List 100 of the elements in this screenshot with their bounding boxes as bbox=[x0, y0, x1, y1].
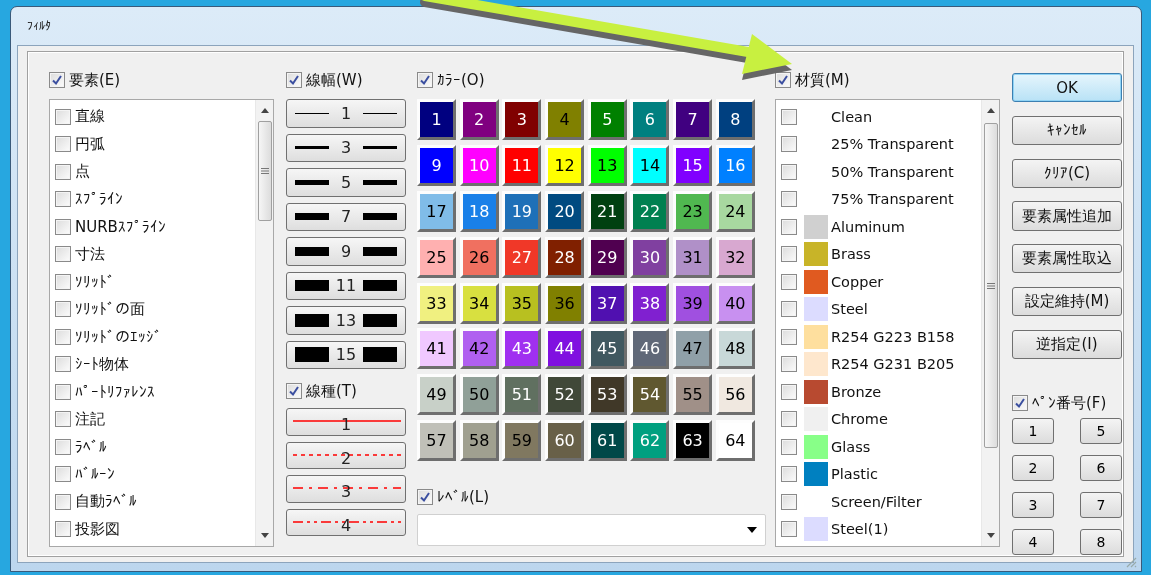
checkbox[interactable] bbox=[781, 191, 797, 208]
color-swatch-button[interactable]: 32 bbox=[715, 236, 755, 278]
checkbox[interactable] bbox=[55, 136, 71, 153]
color-swatch-button[interactable]: 22 bbox=[630, 190, 670, 232]
color-swatch-button[interactable]: 14 bbox=[630, 144, 670, 186]
checkbox[interactable] bbox=[775, 72, 791, 88]
pen-number-button[interactable]: 4 bbox=[1012, 529, 1054, 555]
checkbox[interactable] bbox=[781, 301, 797, 318]
scroll-up-icon[interactable] bbox=[260, 108, 269, 113]
scroll-down-icon[interactable] bbox=[260, 533, 269, 538]
color-swatch-button[interactable]: 54 bbox=[630, 374, 670, 416]
line-width-button[interactable]: 9 bbox=[286, 237, 406, 266]
checkbox[interactable] bbox=[781, 356, 797, 373]
list-item[interactable]: 投影図 bbox=[75, 519, 120, 539]
color-swatch-button[interactable]: 53 bbox=[587, 374, 627, 416]
color-swatch-button[interactable]: 42 bbox=[459, 328, 499, 370]
checkbox[interactable] bbox=[55, 246, 71, 263]
list-item[interactable]: Clean bbox=[831, 108, 873, 125]
list-item[interactable]: 点 bbox=[75, 162, 90, 182]
color-swatch-button[interactable]: 57 bbox=[417, 420, 456, 462]
pen-number-button[interactable]: 6 bbox=[1080, 455, 1122, 481]
line-width-button[interactable]: 7 bbox=[286, 202, 406, 231]
color-swatch-button[interactable]: 25 bbox=[417, 236, 456, 278]
color-swatch-button[interactable]: 24 bbox=[715, 190, 755, 232]
color-swatch-button[interactable]: 5 bbox=[587, 99, 627, 140]
color-swatch-button[interactable]: 55 bbox=[673, 374, 713, 416]
scrollbar[interactable] bbox=[255, 100, 273, 546]
color-swatch-button[interactable]: 61 bbox=[587, 420, 627, 462]
color-swatch-button[interactable]: 13 bbox=[587, 144, 627, 186]
checkbox[interactable] bbox=[286, 72, 302, 88]
color-swatch-button[interactable]: 50 bbox=[459, 374, 499, 416]
checkbox[interactable] bbox=[55, 356, 71, 373]
color-swatch-button[interactable]: 51 bbox=[502, 374, 542, 416]
color-swatch-button[interactable]: 8 bbox=[715, 99, 755, 140]
color-swatch-button[interactable]: 33 bbox=[417, 282, 456, 324]
color-swatch-button[interactable]: 44 bbox=[545, 328, 585, 370]
color-swatch-button[interactable]: 15 bbox=[673, 144, 713, 186]
list-item[interactable]: R254 G223 B158 bbox=[831, 328, 955, 345]
color-swatch-button[interactable]: 30 bbox=[630, 236, 670, 278]
color-swatch-button[interactable]: 11 bbox=[502, 144, 542, 186]
color-swatch-button[interactable]: 20 bbox=[545, 190, 585, 232]
color-swatch-button[interactable]: 18 bbox=[459, 190, 499, 232]
checkbox[interactable] bbox=[55, 521, 71, 538]
color-swatch-button[interactable]: 9 bbox=[417, 144, 456, 186]
checkbox[interactable] bbox=[55, 163, 71, 180]
dialog-button[interactable]: ｸﾘｱ(C) bbox=[1012, 158, 1122, 188]
list-item[interactable]: R254 G231 B205 bbox=[831, 356, 955, 373]
color-swatch-button[interactable]: 40 bbox=[715, 282, 755, 324]
color-swatch-button[interactable]: 1 bbox=[417, 99, 456, 140]
pen-number-button[interactable]: 8 bbox=[1080, 529, 1122, 555]
dialog-button[interactable]: 要素属性取込 bbox=[1012, 244, 1122, 274]
checkbox[interactable] bbox=[55, 218, 71, 235]
scroll-thumb[interactable] bbox=[983, 123, 998, 448]
resize-grip-icon[interactable] bbox=[1125, 556, 1137, 568]
checkbox[interactable] bbox=[781, 218, 797, 235]
list-item[interactable]: Screen/Filter bbox=[831, 493, 922, 510]
checkbox[interactable] bbox=[55, 273, 71, 290]
color-swatch-button[interactable]: 63 bbox=[673, 420, 713, 462]
scroll-down-icon[interactable] bbox=[986, 533, 995, 538]
dialog-button[interactable]: 要素属性追加 bbox=[1012, 201, 1122, 231]
checkbox[interactable] bbox=[781, 493, 797, 510]
color-swatch-button[interactable]: 45 bbox=[587, 328, 627, 370]
checkbox[interactable] bbox=[55, 411, 71, 428]
checkbox[interactable] bbox=[781, 246, 797, 263]
checkbox[interactable] bbox=[55, 438, 71, 455]
color-swatch-button[interactable]: 7 bbox=[673, 99, 713, 140]
pen-number-button[interactable]: 1 bbox=[1012, 418, 1054, 444]
color-swatch-button[interactable]: 47 bbox=[673, 328, 713, 370]
color-swatch-button[interactable]: 49 bbox=[417, 374, 456, 416]
list-item[interactable]: 自動ﾗﾍﾞﾙ bbox=[75, 492, 137, 512]
list-item[interactable]: ﾗﾍﾞﾙ bbox=[75, 437, 107, 456]
dialog-button[interactable]: OK bbox=[1012, 73, 1122, 103]
color-swatch-button[interactable]: 35 bbox=[502, 282, 542, 324]
color-swatch-button[interactable]: 39 bbox=[673, 282, 713, 324]
checkbox[interactable] bbox=[55, 301, 71, 318]
list-item[interactable]: ｼｰﾄ物体 bbox=[75, 354, 129, 374]
checkbox[interactable] bbox=[781, 438, 797, 455]
list-item[interactable]: Aluminum bbox=[831, 218, 905, 235]
color-swatch-button[interactable]: 4 bbox=[545, 99, 585, 140]
checkbox[interactable] bbox=[55, 466, 71, 483]
scroll-up-icon[interactable] bbox=[986, 108, 995, 113]
dialog-button[interactable]: 設定維持(M) bbox=[1012, 287, 1122, 317]
list-item[interactable]: Plastic bbox=[831, 466, 878, 483]
list-item[interactable]: Copper bbox=[831, 273, 884, 290]
color-swatch-button[interactable]: 23 bbox=[673, 190, 713, 232]
list-item[interactable]: 注記 bbox=[75, 409, 105, 429]
color-swatch-button[interactable]: 16 bbox=[715, 144, 755, 186]
list-item[interactable]: Steel bbox=[831, 301, 868, 318]
pen-number-button[interactable]: 2 bbox=[1012, 455, 1054, 481]
line-width-button[interactable]: 13 bbox=[286, 306, 406, 335]
color-swatch-button[interactable]: 34 bbox=[459, 282, 499, 324]
color-swatch-button[interactable]: 28 bbox=[545, 236, 585, 278]
color-swatch-button[interactable]: 58 bbox=[459, 420, 499, 462]
color-swatch-button[interactable]: 12 bbox=[545, 144, 585, 186]
list-item[interactable]: Steel(1) bbox=[831, 521, 889, 538]
list-item[interactable]: ｿﾘｯﾄﾞのｴｯｼﾞ bbox=[75, 327, 162, 346]
list-item[interactable]: 75% Transparent bbox=[831, 191, 954, 208]
color-swatch-button[interactable]: 48 bbox=[715, 328, 755, 370]
pen-number-button[interactable]: 7 bbox=[1080, 492, 1122, 518]
checkbox[interactable] bbox=[417, 72, 433, 88]
